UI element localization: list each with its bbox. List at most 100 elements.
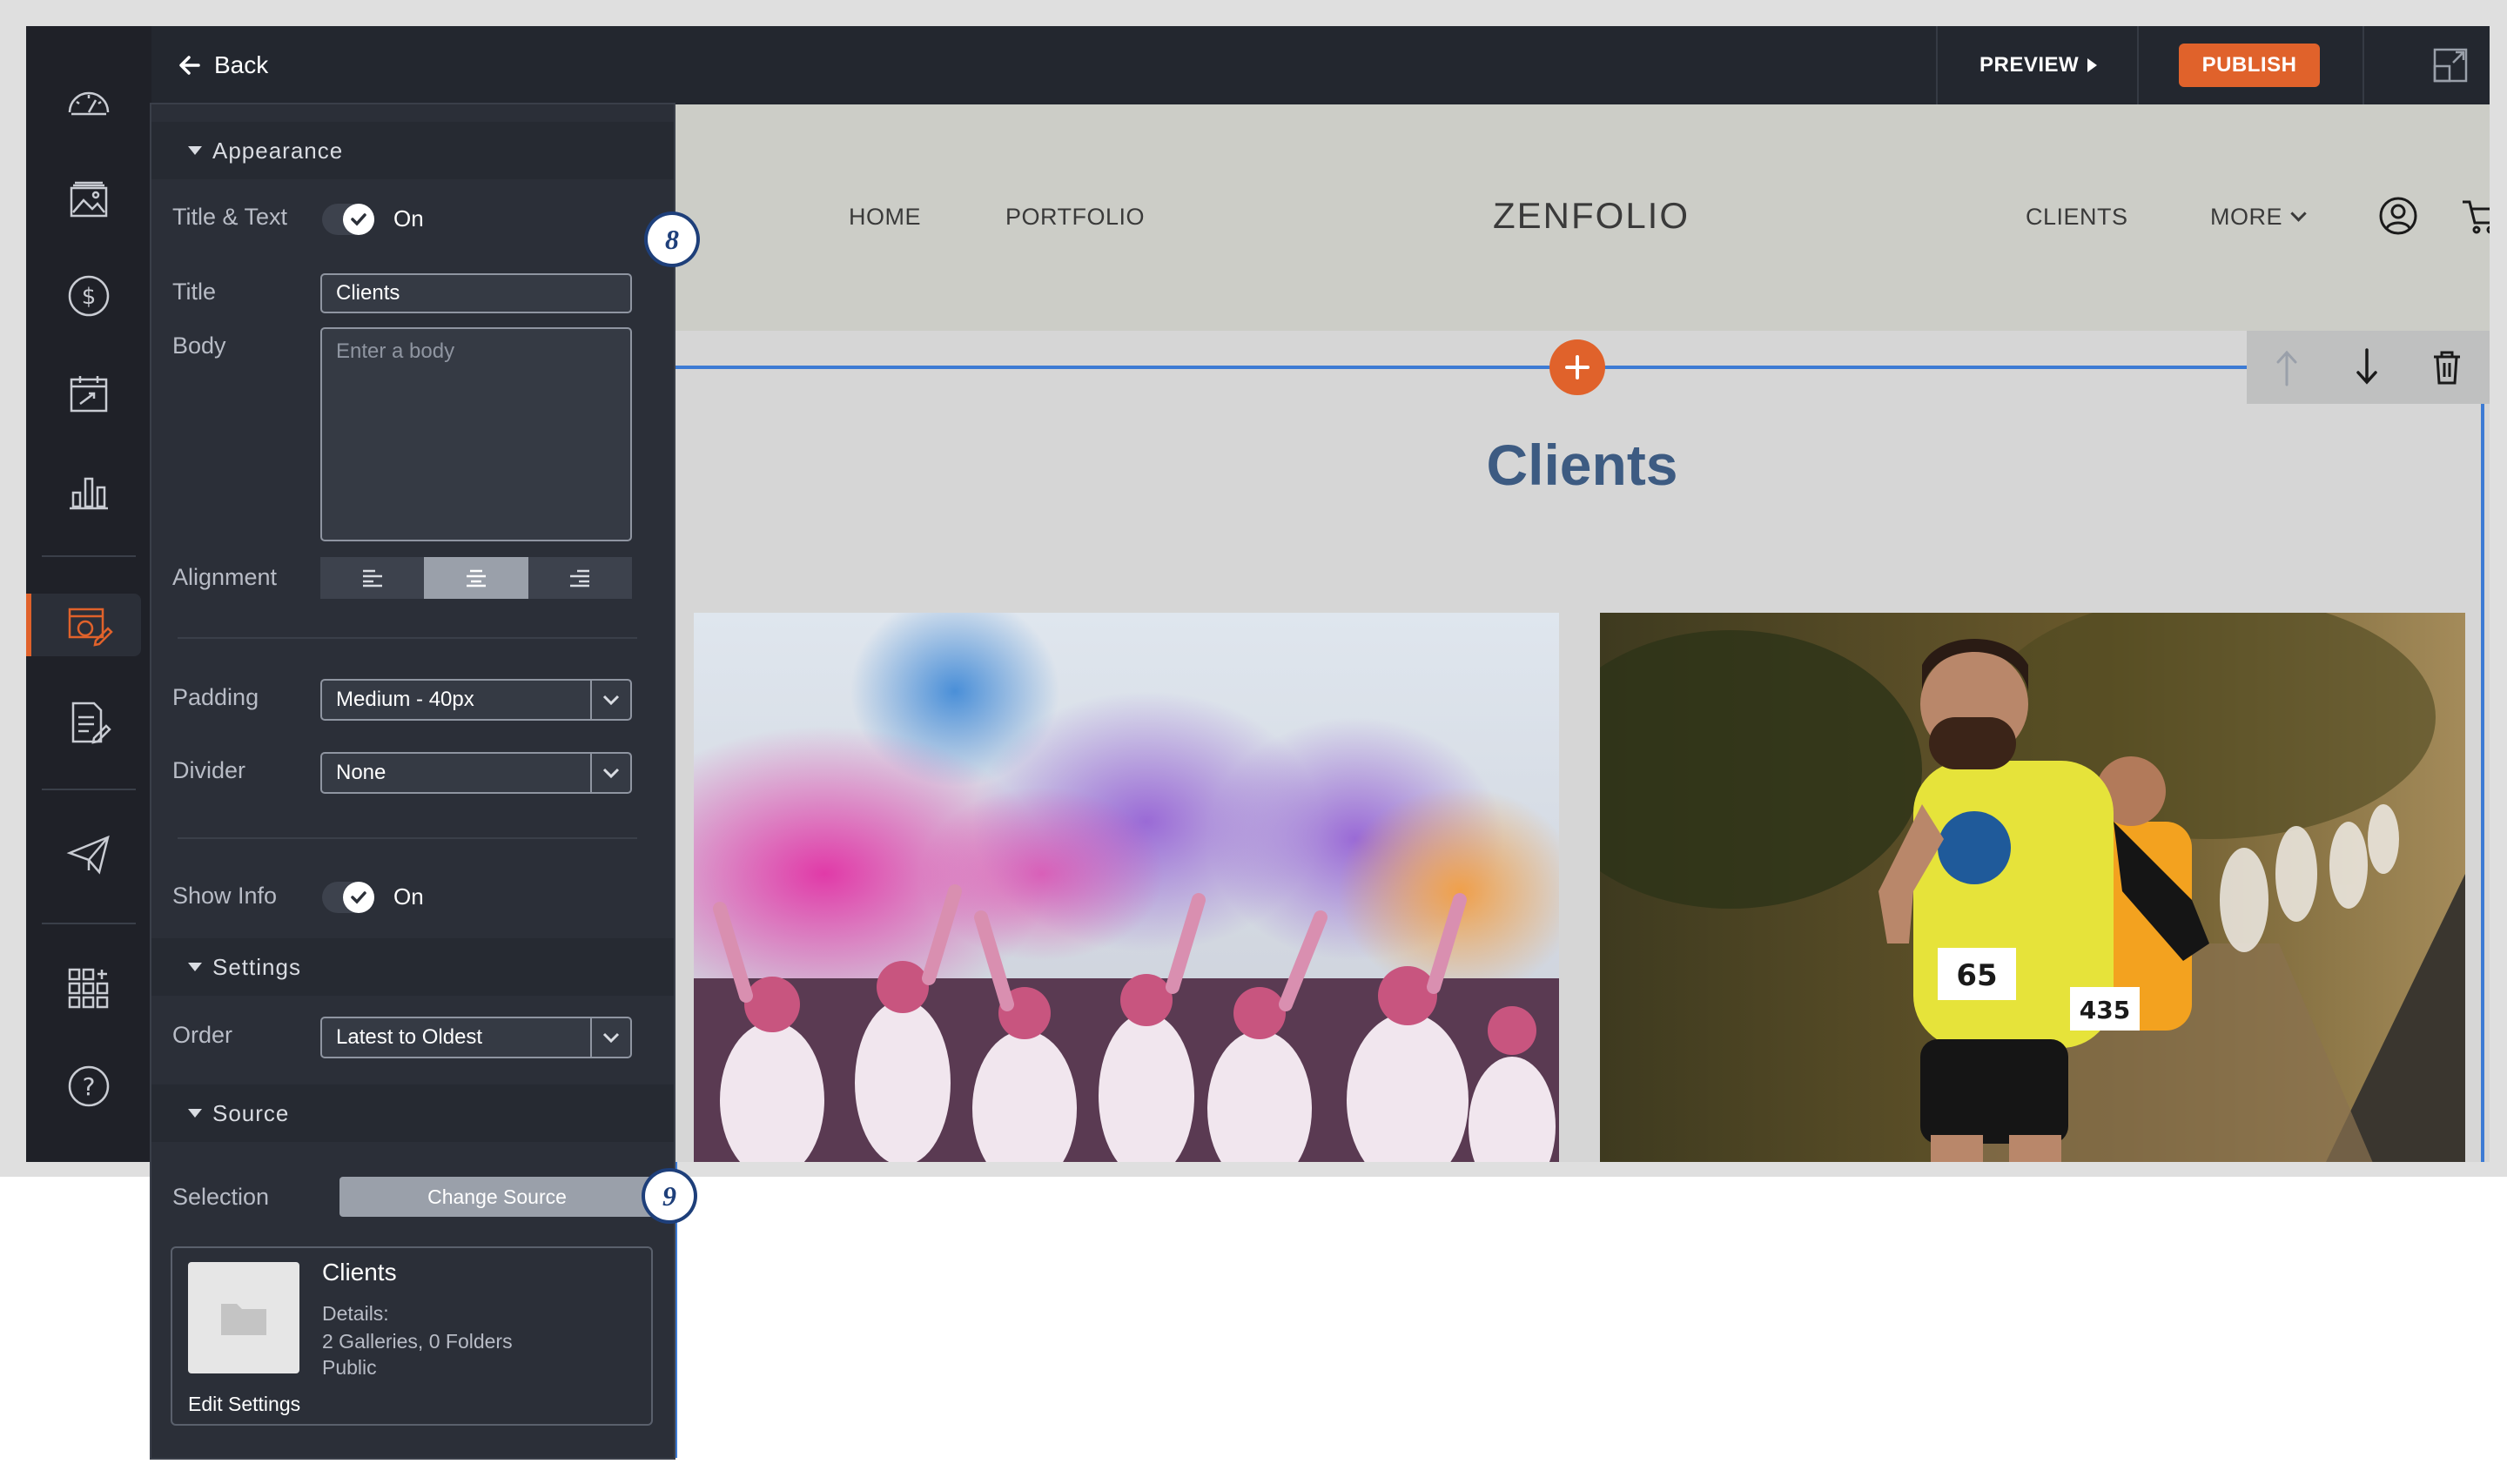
- dashboard-gauge-icon[interactable]: [63, 76, 115, 128]
- preview-label: PREVIEW: [1979, 53, 2080, 77]
- preview-button[interactable]: PREVIEW: [1979, 45, 2098, 85]
- section-settings-panel: Appearance Title & Text On Title Clients…: [151, 104, 674, 1458]
- back-label: Back: [214, 51, 269, 78]
- divider-select[interactable]: None: [320, 752, 632, 794]
- source-details-label: Details:: [322, 1302, 389, 1325]
- step-badge-8: 8: [648, 215, 696, 264]
- settings-section-header[interactable]: Settings: [151, 938, 674, 996]
- site-navigation: HOME PORTFOLIO ZENFOLIO CLIENTS MORE: [675, 104, 2490, 331]
- order-select-value: Latest to Oldest: [336, 1025, 483, 1049]
- folder-icon: [221, 1304, 266, 1335]
- dollar-icon[interactable]: $: [63, 270, 115, 322]
- show-info-toggle[interactable]: [322, 882, 374, 913]
- divider-line: [178, 637, 637, 639]
- play-triangle-icon: [2087, 58, 2098, 72]
- move-up-icon[interactable]: [2266, 346, 2308, 388]
- align-center-button[interactable]: [424, 557, 528, 599]
- alignment-label: Alignment: [172, 564, 278, 590]
- source-card-title: Clients: [322, 1259, 397, 1286]
- nav-portfolio[interactable]: PORTFOLIO: [1005, 204, 1145, 231]
- align-right-button[interactable]: [528, 557, 632, 599]
- cart-icon[interactable]: [2459, 195, 2490, 237]
- section-selection-outline-top: [675, 366, 2250, 369]
- align-center-icon: [466, 569, 486, 588]
- title-input[interactable]: Clients: [320, 273, 632, 313]
- title-text-label: Title & Text: [172, 204, 288, 230]
- show-info-toggle-state: On: [393, 883, 424, 910]
- body-textarea[interactable]: Enter a body: [320, 327, 632, 541]
- plus-icon: [1565, 355, 1590, 379]
- divider-label: Divider: [172, 757, 246, 783]
- svg-text:435: 435: [2080, 996, 2130, 1024]
- help-question-icon[interactable]: ?: [63, 1060, 115, 1112]
- move-down-icon[interactable]: [2346, 346, 2388, 388]
- padding-select-value: Medium - 40px: [336, 688, 474, 711]
- apps-grid-icon[interactable]: [63, 963, 115, 1015]
- calendar-icon[interactable]: [63, 367, 115, 420]
- source-gallery-card[interactable]: Clients Details: 2 Galleries, 0 Folders …: [171, 1246, 653, 1426]
- top-bar: Back PREVIEW PUBLISH: [151, 26, 2490, 104]
- padding-select[interactable]: Medium - 40px: [320, 679, 632, 721]
- publish-button[interactable]: PUBLISH: [2179, 44, 2320, 87]
- site-logo[interactable]: ZENFOLIO: [1493, 195, 1690, 237]
- align-right-icon: [570, 569, 590, 588]
- checkmark-icon: [351, 891, 366, 904]
- title-text-toggle-state: On: [393, 205, 424, 232]
- bar-chart-icon[interactable]: [63, 465, 115, 517]
- folder-thumbnail: [188, 1262, 299, 1373]
- svg-text:$: $: [82, 284, 97, 310]
- site-preview-canvas: HOME PORTFOLIO ZENFOLIO CLIENTS MORE Cli…: [675, 104, 2490, 1162]
- caret-down-icon: [188, 963, 202, 971]
- trash-delete-icon[interactable]: [2426, 346, 2468, 388]
- chevron-down-icon: [590, 1018, 630, 1057]
- blog-edit-icon[interactable]: [63, 696, 115, 749]
- section-toolbar: [2247, 331, 2490, 404]
- title-text-toggle[interactable]: [322, 204, 374, 235]
- website-editor-icon[interactable]: [63, 599, 115, 651]
- align-left-icon: [362, 569, 382, 588]
- order-select[interactable]: Latest to Oldest: [320, 1017, 632, 1058]
- body-label: Body: [172, 332, 226, 359]
- edit-settings-link[interactable]: Edit Settings: [188, 1393, 300, 1416]
- checkmark-icon: [351, 213, 366, 226]
- add-section-button[interactable]: [1549, 339, 1605, 395]
- step-badge-9: 9: [645, 1172, 694, 1220]
- nav-home[interactable]: HOME: [849, 204, 921, 231]
- toggle-knob: [343, 882, 374, 913]
- chevron-down-icon: [590, 754, 630, 792]
- nav-more[interactable]: MORE: [2210, 204, 2307, 231]
- source-heading: Source: [212, 1099, 290, 1126]
- gallery-image-icon[interactable]: [63, 172, 115, 225]
- settings-heading: Settings: [212, 953, 301, 980]
- source-section-header[interactable]: Source: [151, 1084, 674, 1142]
- gallery-cover-color-festival-image[interactable]: [694, 613, 1559, 1162]
- arrow-left-icon: [179, 56, 200, 75]
- divider-line: [178, 837, 637, 839]
- nav-clients[interactable]: CLIENTS: [2026, 204, 2128, 231]
- show-info-label: Show Info: [172, 883, 278, 909]
- title-label: Title: [172, 279, 217, 305]
- svg-text:?: ?: [83, 1072, 96, 1101]
- align-left-button[interactable]: [320, 557, 425, 599]
- icon-rail: $ ?: [26, 26, 151, 1162]
- expand-icon[interactable]: [2432, 47, 2469, 84]
- caret-down-icon: [188, 146, 202, 155]
- back-button[interactable]: Back: [178, 45, 268, 85]
- gallery-cover-marathon-image[interactable]: 65 435: [1600, 613, 2465, 1162]
- appearance-heading: Appearance: [212, 137, 344, 164]
- account-user-icon[interactable]: [2377, 195, 2419, 237]
- chevron-down-icon: [2290, 205, 2307, 222]
- send-paper-plane-icon[interactable]: [63, 829, 115, 881]
- change-source-button[interactable]: Change Source: [339, 1177, 655, 1217]
- appearance-section-header[interactable]: Appearance: [151, 122, 674, 179]
- nav-more-label: MORE: [2210, 204, 2282, 230]
- toggle-knob: [343, 204, 374, 235]
- source-details-counts: 2 Galleries, 0 Folders: [322, 1330, 513, 1353]
- source-visibility: Public: [322, 1356, 377, 1379]
- selection-label: Selection: [172, 1184, 270, 1210]
- alignment-button-group: [320, 557, 632, 599]
- svg-text:65: 65: [1956, 958, 1997, 993]
- page-title: Clients: [1486, 433, 1678, 497]
- order-label: Order: [172, 1022, 233, 1048]
- caret-down-icon: [188, 1109, 202, 1118]
